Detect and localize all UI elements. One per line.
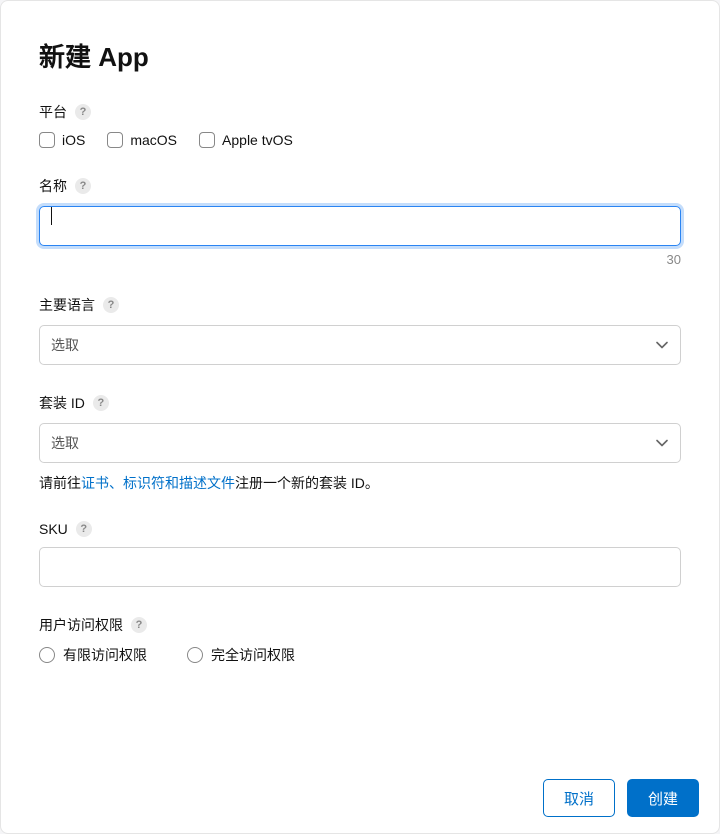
chevron-down-icon bbox=[655, 338, 669, 352]
new-app-modal: 新建 App 平台 ? iOS macOS Apple tvOS 名称 ? bbox=[0, 0, 720, 834]
primary-language-selected: 选取 bbox=[51, 335, 79, 355]
bundle-id-hint-link[interactable]: 证书、标识符和描述文件 bbox=[81, 475, 235, 491]
checkbox-icon[interactable] bbox=[199, 132, 215, 148]
sku-section: SKU ? bbox=[39, 521, 681, 587]
bundle-id-hint-suffix: 注册一个新的套装 ID。 bbox=[235, 475, 379, 491]
sku-input[interactable] bbox=[39, 547, 681, 587]
platform-option-macos[interactable]: macOS bbox=[107, 132, 177, 148]
user-access-section: 用户访问权限 ? 有限访问权限 完全访问权限 bbox=[39, 615, 681, 665]
platform-option-tvos[interactable]: Apple tvOS bbox=[199, 132, 293, 148]
name-input[interactable] bbox=[39, 206, 681, 246]
text-caret-icon bbox=[51, 207, 52, 225]
platform-tvos-label: Apple tvOS bbox=[222, 132, 293, 148]
help-icon[interactable]: ? bbox=[131, 617, 147, 633]
bundle-id-select[interactable]: 选取 bbox=[39, 423, 681, 463]
bundle-id-section: 套装 ID ? 选取 请前往证书、标识符和描述文件注册一个新的套装 ID。 bbox=[39, 393, 681, 493]
help-icon[interactable]: ? bbox=[93, 395, 109, 411]
primary-language-section: 主要语言 ? 选取 bbox=[39, 295, 681, 365]
help-icon[interactable]: ? bbox=[103, 297, 119, 313]
bundle-id-hint: 请前往证书、标识符和描述文件注册一个新的套装 ID。 bbox=[39, 473, 681, 493]
chevron-down-icon bbox=[655, 436, 669, 450]
platform-macos-label: macOS bbox=[130, 132, 177, 148]
access-limited-label: 有限访问权限 bbox=[63, 645, 147, 665]
checkbox-icon[interactable] bbox=[39, 132, 55, 148]
primary-language-select[interactable]: 选取 bbox=[39, 325, 681, 365]
radio-icon[interactable] bbox=[187, 647, 203, 663]
access-full-label: 完全访问权限 bbox=[211, 645, 295, 665]
sku-label: SKU bbox=[39, 521, 68, 537]
modal-footer: 取消 创建 bbox=[1, 762, 719, 833]
user-access-label: 用户访问权限 bbox=[39, 615, 123, 635]
create-button[interactable]: 创建 bbox=[627, 779, 699, 817]
name-char-counter: 30 bbox=[39, 252, 681, 267]
help-icon[interactable]: ? bbox=[75, 178, 91, 194]
access-option-limited[interactable]: 有限访问权限 bbox=[39, 645, 147, 665]
access-option-full[interactable]: 完全访问权限 bbox=[187, 645, 295, 665]
cancel-button[interactable]: 取消 bbox=[543, 779, 615, 817]
platform-label: 平台 bbox=[39, 102, 67, 122]
name-label: 名称 bbox=[39, 176, 67, 196]
help-icon[interactable]: ? bbox=[75, 104, 91, 120]
platform-section: 平台 ? iOS macOS Apple tvOS bbox=[39, 102, 681, 148]
platform-ios-label: iOS bbox=[62, 132, 85, 148]
bundle-id-hint-prefix: 请前往 bbox=[39, 475, 81, 491]
help-icon[interactable]: ? bbox=[76, 521, 92, 537]
name-section: 名称 ? 30 bbox=[39, 176, 681, 267]
primary-language-label: 主要语言 bbox=[39, 295, 95, 315]
bundle-id-selected: 选取 bbox=[51, 433, 79, 453]
radio-icon[interactable] bbox=[39, 647, 55, 663]
checkbox-icon[interactable] bbox=[107, 132, 123, 148]
modal-title: 新建 App bbox=[39, 37, 681, 74]
bundle-id-label: 套装 ID bbox=[39, 393, 85, 413]
platform-option-ios[interactable]: iOS bbox=[39, 132, 85, 148]
